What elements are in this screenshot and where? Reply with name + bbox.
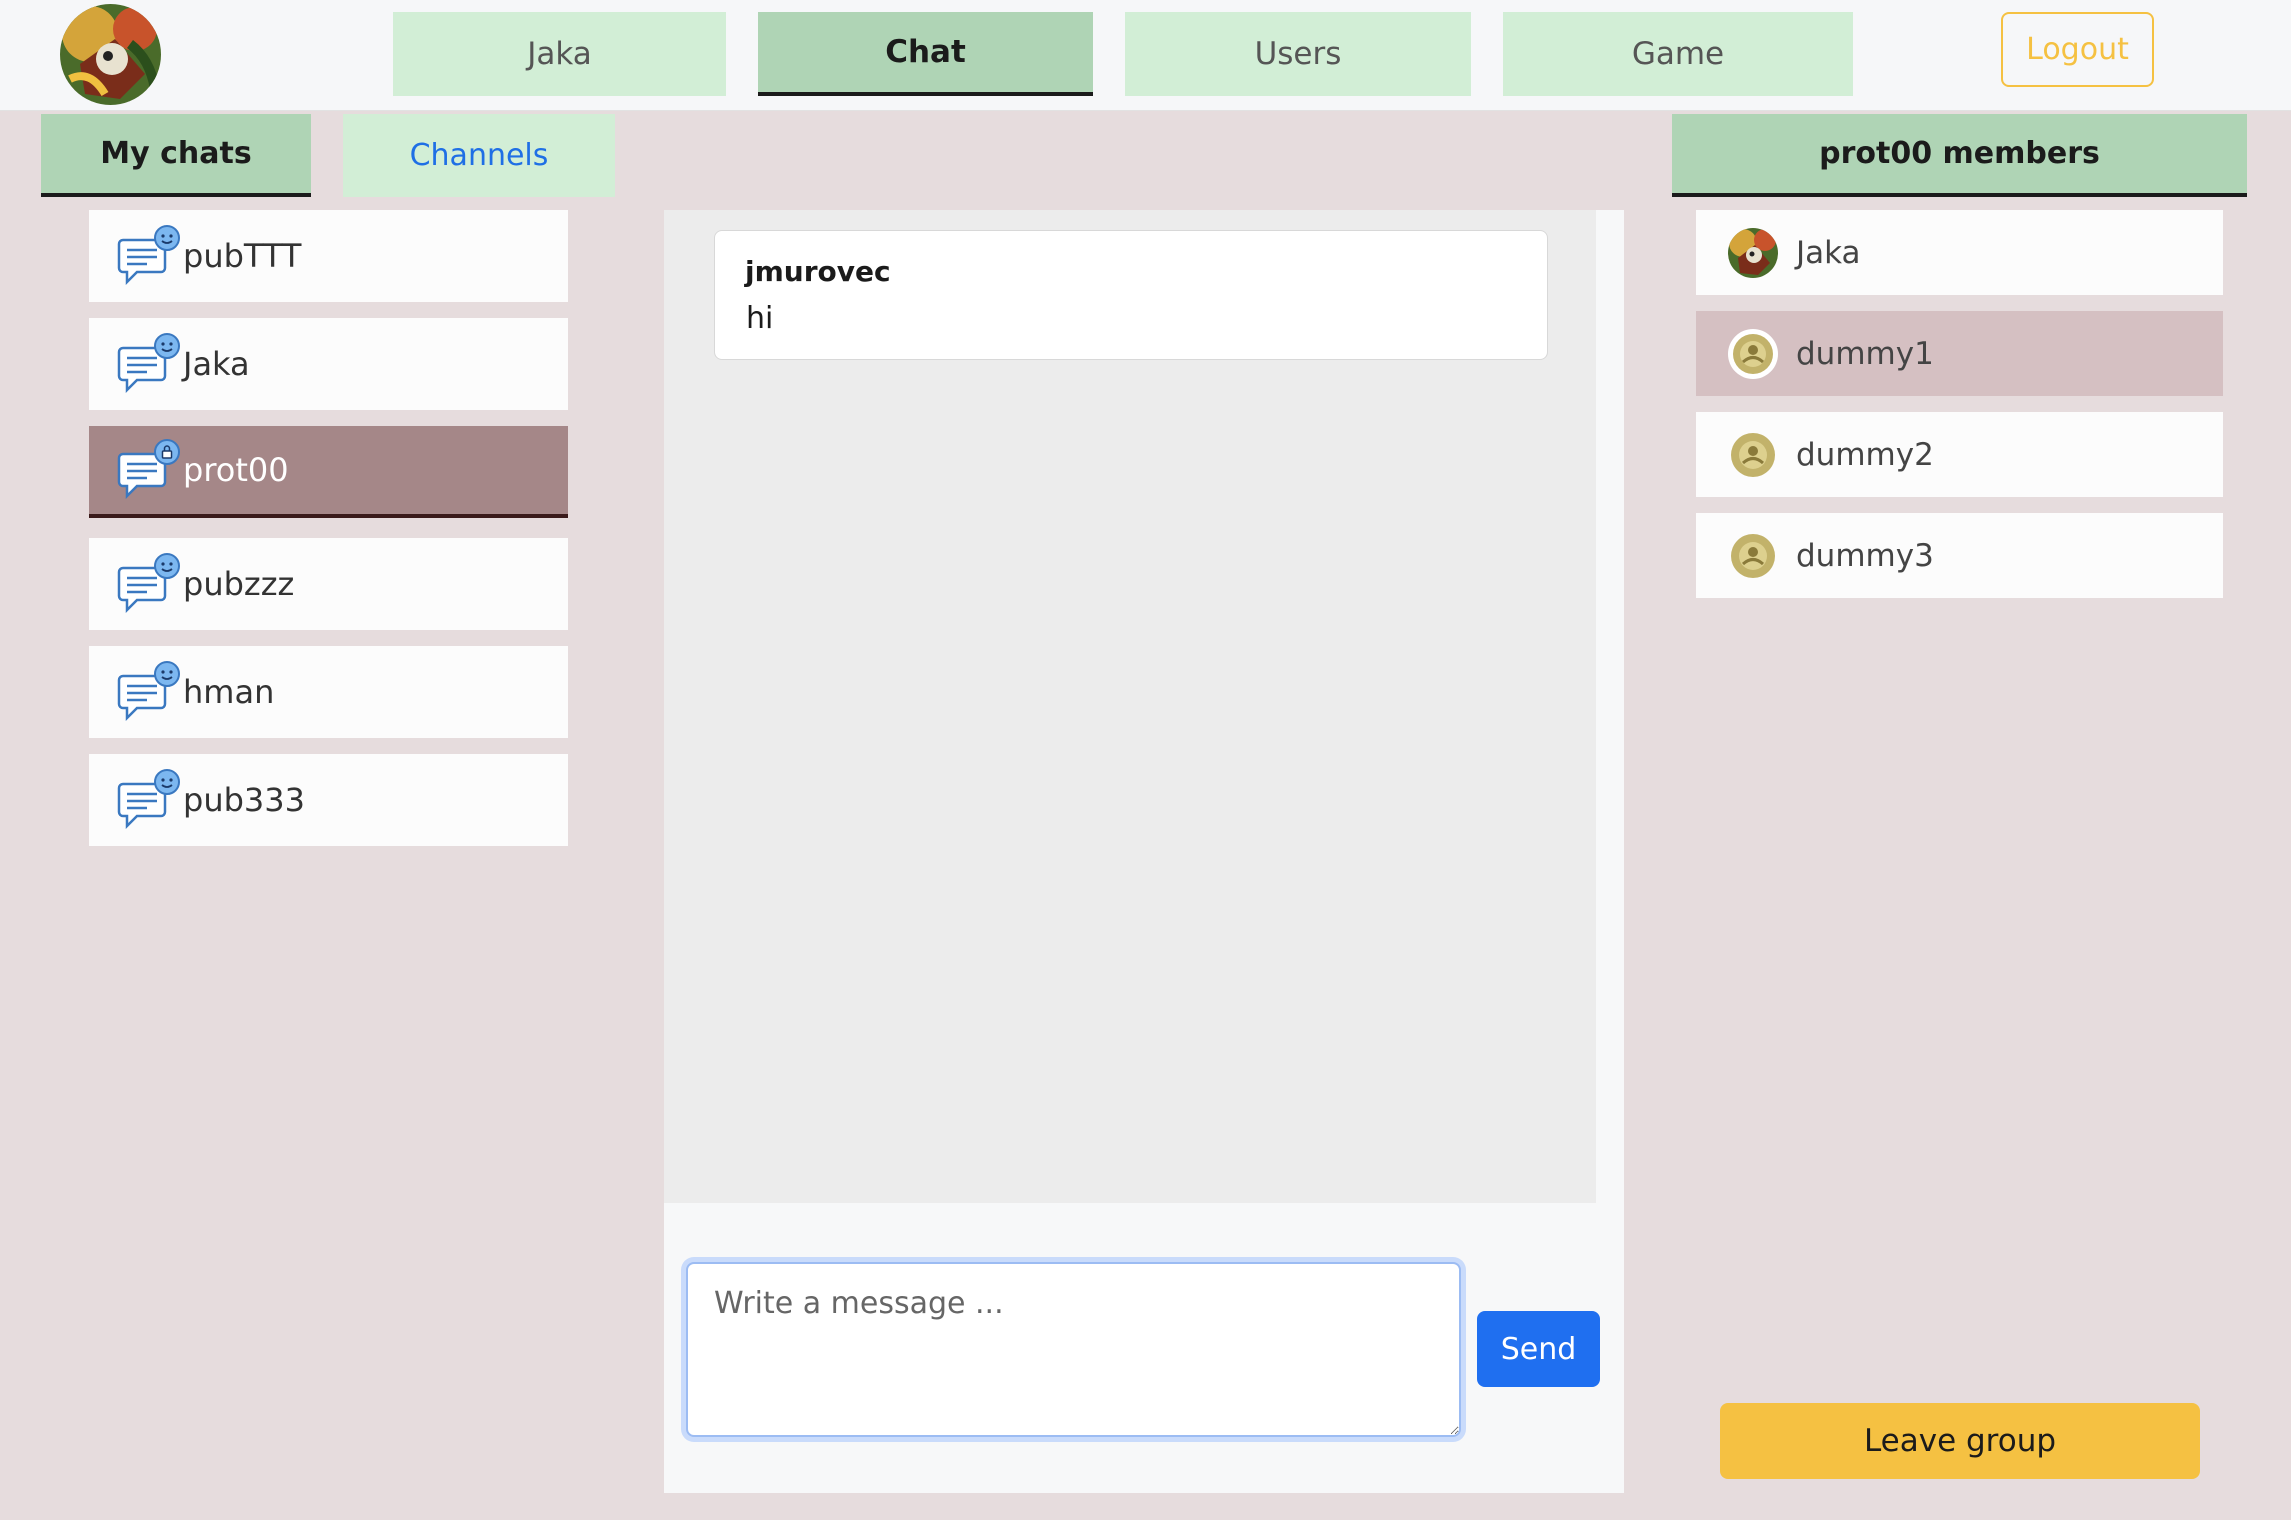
member-item[interactable]: dummy1 xyxy=(1696,311,2223,396)
chat-list-item-selected[interactable]: prot00 xyxy=(89,426,568,518)
chat-list-item[interactable]: Jaka xyxy=(89,318,568,410)
default-avatar-icon xyxy=(1730,330,1776,377)
nav-tab-chat[interactable]: Chat xyxy=(758,12,1093,96)
nav-tab-game[interactable]: Game xyxy=(1503,12,1853,96)
chat-name: prot00 xyxy=(183,451,289,489)
chat-public-icon xyxy=(117,661,180,722)
leave-group-button[interactable]: Leave group xyxy=(1720,1403,2200,1479)
chat-public-icon xyxy=(117,553,180,614)
default-avatar-icon xyxy=(1731,432,1775,477)
chat-name: pubTTT xyxy=(183,237,302,275)
user-avatar[interactable] xyxy=(60,4,161,105)
logout-button[interactable]: Logout xyxy=(2001,12,2154,87)
tab-channels[interactable]: Channels xyxy=(343,114,615,197)
member-item[interactable]: dummy2 xyxy=(1696,412,2223,497)
chat-list-item[interactable]: pub333 xyxy=(89,754,568,846)
member-name: Jaka xyxy=(1796,234,1861,271)
nav-tab-profile[interactable]: Jaka xyxy=(393,12,726,96)
chat-name: pubzzz xyxy=(183,565,295,603)
default-avatar-icon xyxy=(1731,533,1775,578)
chat-public-icon xyxy=(117,769,180,830)
member-avatar xyxy=(1728,430,1778,480)
message-card: jmurovec hi xyxy=(714,230,1548,360)
chat-name: hman xyxy=(183,673,275,711)
message-text: hi xyxy=(746,301,774,336)
avatar-image xyxy=(60,4,161,105)
member-avatar xyxy=(1728,329,1778,379)
chat-list-item[interactable]: pubTTT xyxy=(89,210,568,302)
tab-my-chats[interactable]: My chats xyxy=(41,114,311,197)
chat-protected-icon xyxy=(117,439,180,500)
chat-name: pub333 xyxy=(183,781,305,819)
send-button[interactable]: Send xyxy=(1477,1311,1600,1387)
conversation-scrollbar[interactable] xyxy=(1596,210,1624,1203)
chat-list-item[interactable]: pubzzz xyxy=(89,538,568,630)
member-item[interactable]: dummy3 xyxy=(1696,513,2223,598)
member-avatar xyxy=(1728,227,1778,278)
avatar-image xyxy=(1728,227,1778,278)
chat-name: Jaka xyxy=(183,345,250,383)
member-name: dummy2 xyxy=(1796,436,1934,473)
top-navbar: Jaka Chat Users Game Logout xyxy=(0,0,2291,111)
members-header: prot00 members xyxy=(1672,114,2247,197)
member-name: dummy3 xyxy=(1796,537,1934,574)
message-input[interactable] xyxy=(686,1262,1461,1437)
message-author: jmurovec xyxy=(745,255,891,288)
nav-tab-users[interactable]: Users xyxy=(1125,12,1471,96)
member-name: dummy1 xyxy=(1796,335,1934,372)
member-item[interactable]: Jaka xyxy=(1696,210,2223,295)
chat-public-icon xyxy=(117,333,180,394)
chat-list-item[interactable]: hman xyxy=(89,646,568,738)
chat-public-icon xyxy=(117,225,180,286)
member-avatar xyxy=(1728,531,1778,581)
